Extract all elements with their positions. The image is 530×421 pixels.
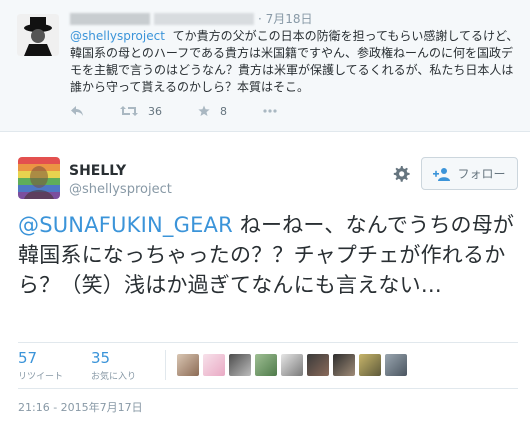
- favoriter-avatar[interactable]: [307, 354, 329, 376]
- stats-separator: [165, 350, 166, 380]
- retweet-count: 36: [148, 104, 162, 118]
- reply-author-name-redacted: [70, 12, 150, 25]
- favorites-label: お気に入り: [91, 372, 137, 382]
- favorites-count: 35: [91, 349, 111, 367]
- retweets-count: 57: [18, 349, 38, 367]
- follow-label: フォロー: [457, 167, 506, 181]
- retweet-button[interactable]: 36: [120, 105, 162, 118]
- add-user-icon: [433, 167, 451, 181]
- favorite-count: 8: [220, 104, 227, 118]
- reply-text: @shellysproject てか貴方の父がこの日本の防衛を担ってもらい感謝し…: [70, 28, 522, 96]
- tweet-timestamp[interactable]: 21:16 - 2015年7月17日: [18, 399, 143, 415]
- favoriters-avatars: [177, 354, 411, 376]
- retweets-stat[interactable]: 57 リツイート: [18, 349, 64, 383]
- tweet-mention-link[interactable]: @SUNAFUKIN_GEAR: [18, 213, 233, 237]
- retweet-icon: [120, 106, 138, 116]
- divider: [18, 342, 518, 343]
- favorite-button[interactable]: 8: [198, 105, 227, 118]
- favoriter-avatar[interactable]: [177, 354, 199, 376]
- reply-tweet[interactable]: · 7月18日 @shellysproject てか貴方の父がこの日本の防衛を担…: [0, 0, 530, 132]
- retweets-label: リツイート: [18, 372, 64, 382]
- favoriter-avatar[interactable]: [333, 354, 355, 376]
- reply-button[interactable]: [70, 105, 84, 117]
- favoriter-avatar[interactable]: [203, 354, 225, 376]
- more-button[interactable]: [263, 109, 277, 113]
- favorites-stat[interactable]: 35 お気に入り: [91, 349, 137, 383]
- favoriter-avatar[interactable]: [255, 354, 277, 376]
- reply-date[interactable]: · 7月18日: [258, 12, 313, 26]
- user-name[interactable]: SHELLY: [69, 163, 126, 179]
- main-avatar[interactable]: [18, 157, 60, 199]
- reply-actions: 36 8: [70, 101, 313, 121]
- star-icon: [198, 105, 210, 116]
- follow-button[interactable]: フォロー: [421, 157, 518, 190]
- reply-mention-link[interactable]: @shellysproject: [70, 29, 165, 43]
- reply-icon: [71, 106, 83, 116]
- tweet-text: @SUNAFUKIN_GEAR ねーねー、なんでうちの母が韓国系になっちゃったの…: [18, 210, 523, 300]
- reply-avatar[interactable]: [17, 14, 59, 56]
- divider: [18, 388, 518, 389]
- reply-header: · 7月18日: [70, 10, 313, 27]
- favoriter-avatar[interactable]: [385, 354, 407, 376]
- favoriter-avatar[interactable]: [229, 354, 251, 376]
- user-handle[interactable]: @shellysproject: [69, 182, 172, 197]
- favoriter-avatar[interactable]: [359, 354, 381, 376]
- gear-icon[interactable]: [391, 164, 411, 184]
- reply-author-handle-redacted: [154, 12, 254, 25]
- favoriter-avatar[interactable]: [281, 354, 303, 376]
- more-icon: [263, 109, 277, 113]
